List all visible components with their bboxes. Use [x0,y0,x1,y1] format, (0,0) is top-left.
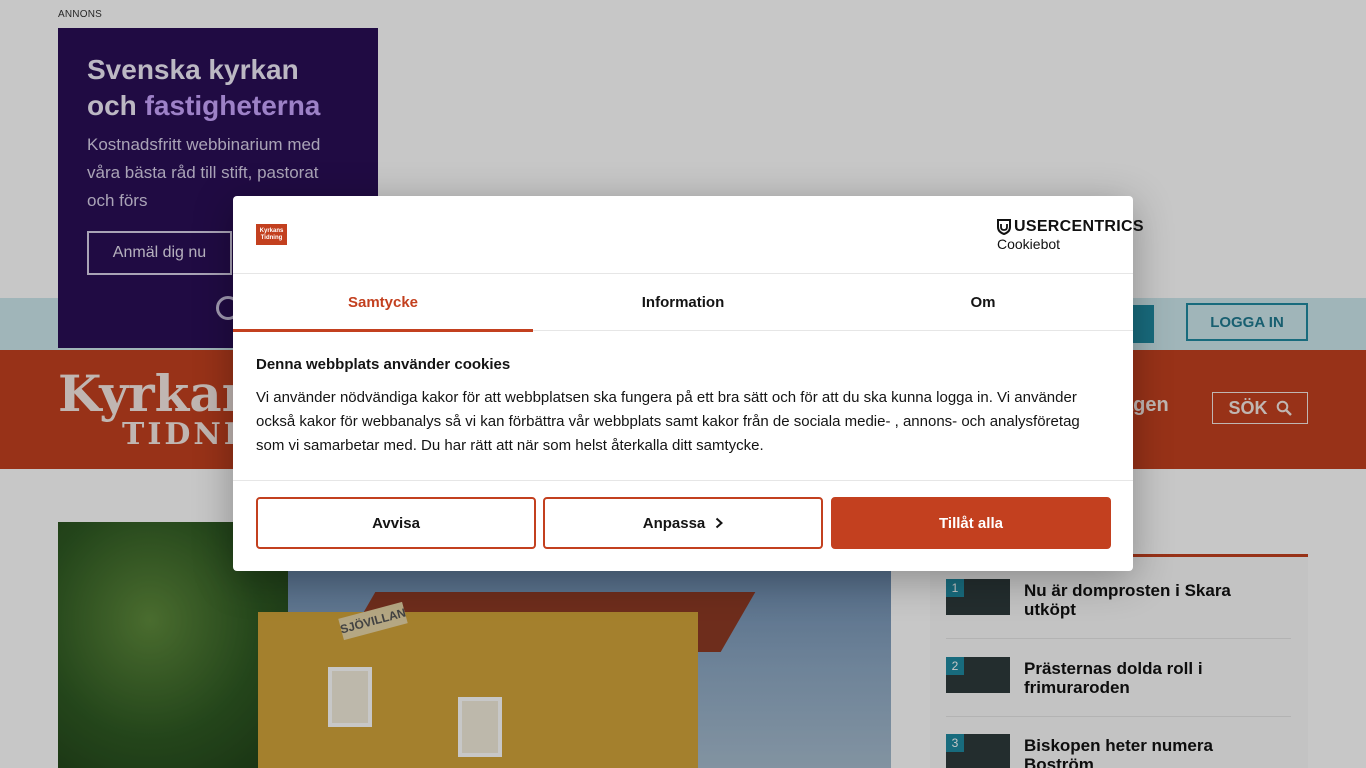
accept-all-button[interactable]: Tillåt alla [831,497,1111,549]
cookiebot-logo[interactable]: USERCENTRICS Cookiebot [997,218,1144,252]
customize-label: Anpassa [642,514,706,532]
provider-subname: Cookiebot [997,236,1061,252]
dialog-description: Vi använder nödvändiga kakor för att web… [256,389,1080,454]
site-logo-small: Kyrkans Tidning [256,224,287,245]
tab-samtycke[interactable]: Samtycke [233,274,533,332]
shield-icon [997,219,1011,235]
dialog-body: Denna webbplats använder cookies Vi anvä… [256,356,1112,458]
tab-information[interactable]: Information [533,274,833,331]
dialog-footer: Avvisa Anpassa Tillåt alla [233,480,1133,571]
reject-label: Avvisa [372,514,420,532]
dialog-tabs: Samtycke Information Om [233,274,1133,332]
customize-button[interactable]: Anpassa [543,497,823,549]
provider-name: USERCENTRICS [1014,218,1144,235]
accept-all-label: Tillåt alla [939,514,1003,532]
chevron-right-icon [716,517,724,529]
reject-button[interactable]: Avvisa [256,497,536,549]
dialog-header: Kyrkans Tidning USERCENTRICS Cookiebot [233,196,1144,274]
dialog-heading: Denna webbplats använder cookies [256,356,511,373]
tab-om[interactable]: Om [833,274,1133,331]
cookie-consent-dialog: Kyrkans Tidning USERCENTRICS Cookiebot S… [233,196,1144,571]
usercentrics-wordmark: USERCENTRICS [997,218,1144,236]
